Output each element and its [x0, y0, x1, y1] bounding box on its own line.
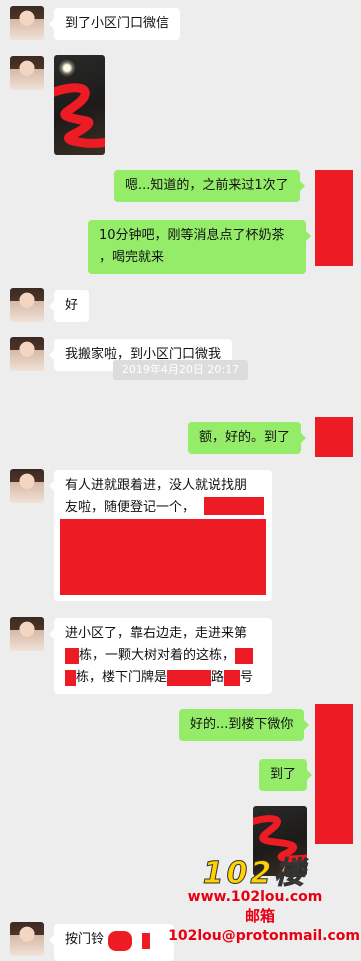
contact-avatar[interactable]	[10, 617, 44, 651]
self-avatar-redacted	[315, 417, 353, 457]
contact-avatar[interactable]	[10, 56, 44, 90]
message-bubble-outgoing[interactable]: 好的...到楼下微你	[179, 709, 310, 741]
redaction-block	[60, 519, 266, 595]
message-text-line: ，喝完就来	[99, 250, 165, 265]
redaction-block	[65, 647, 79, 664]
contact-avatar[interactable]	[10, 922, 44, 956]
watermark-site: www.102lou.com	[187, 889, 323, 905]
message-bubble-incoming[interactable]: 有人进就跟着进，没人就说找朋 友啦，随便登记一个，	[49, 470, 272, 601]
message-bubble-outgoing[interactable]: 嗯...知道的，之前来过1次了	[114, 170, 305, 202]
contact-avatar[interactable]	[10, 288, 44, 322]
photo-message[interactable]	[54, 55, 105, 155]
message-bubble-outgoing[interactable]: 到了	[259, 759, 313, 791]
message-text: 嗯...知道的，之前来过1次了	[125, 178, 289, 193]
message-bubble-incoming[interactable]: 按门铃	[49, 924, 174, 961]
redaction-block	[204, 497, 264, 515]
redaction-block	[235, 647, 254, 664]
message-text-line: 进小区了，靠右边走，走进来第	[65, 626, 248, 641]
watermark-label: 邮箱	[244, 907, 275, 925]
message-text: 到了小区门口微信	[65, 16, 170, 31]
contact-avatar[interactable]	[10, 337, 44, 371]
redaction-block	[224, 669, 241, 686]
watermark-email: 102lou@protonmail.com	[168, 928, 360, 944]
scribble-redaction	[54, 83, 105, 148]
message-bubble-incoming[interactable]: 进小区了，靠右边走，走进来第 栋，一颗大树对着的这栋， 栋，楼下门牌是路号	[49, 618, 272, 694]
message-text: 按门铃	[65, 932, 105, 947]
message-text: 额，好的。到了	[199, 430, 291, 445]
message-text-line: 栋，楼下门牌是路号	[65, 667, 261, 689]
message-bubble-incoming[interactable]: 好	[48, 290, 90, 322]
message-text: 好	[65, 298, 79, 313]
redaction-block	[142, 933, 150, 949]
message-text: 好的...到楼下微你	[190, 717, 294, 732]
message-text-line: 有人进就跟着进，没人就说找朋	[65, 478, 248, 493]
redaction-block	[65, 669, 76, 686]
message-text: 到了	[270, 767, 297, 782]
chat-timestamp: 2019年4月20日 20:17	[113, 360, 248, 380]
self-avatar-redacted	[315, 170, 353, 266]
contact-avatar[interactable]	[10, 469, 44, 503]
watermark-brand: 102楼	[202, 856, 308, 891]
self-avatar-redacted	[315, 704, 353, 844]
redaction-block	[108, 931, 132, 951]
message-bubble-outgoing[interactable]: 额，好的。到了	[188, 422, 307, 454]
message-text-line: 10分钟吧，刚等消息点了杯奶茶	[99, 228, 285, 243]
message-text-line: 栋，一颗大树对着的这栋，	[65, 645, 261, 667]
redaction-block	[167, 669, 212, 686]
contact-avatar[interactable]	[10, 6, 44, 40]
photo-highlight	[58, 59, 76, 77]
message-bubble-incoming[interactable]: 到了小区门口微信	[48, 8, 181, 40]
message-bubble-outgoing[interactable]: 10分钟吧，刚等消息点了杯奶茶 ，喝完就来	[88, 220, 311, 274]
